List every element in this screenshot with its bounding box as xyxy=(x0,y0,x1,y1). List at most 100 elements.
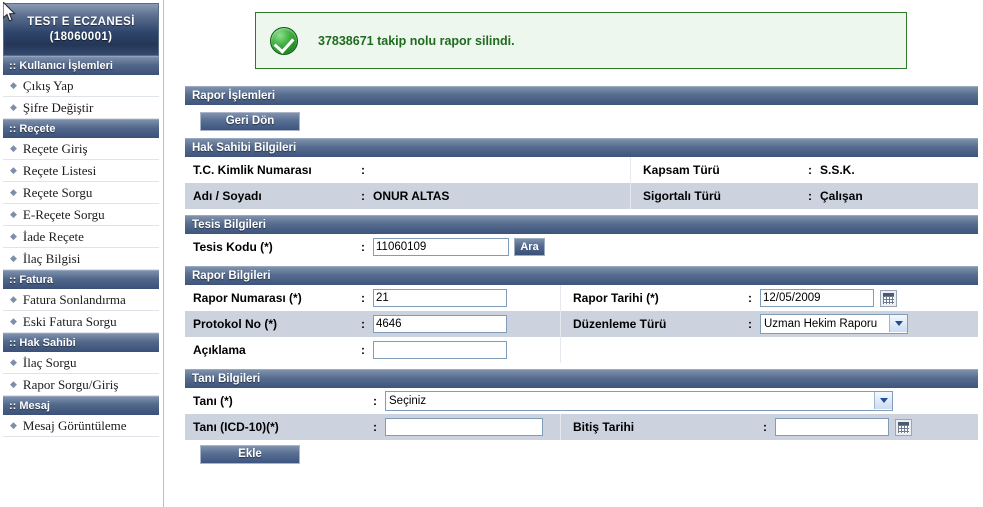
duzenleme-turu-select[interactable]: Uzman Hekim Raporu xyxy=(760,314,908,334)
rapor-numarasi-input[interactable] xyxy=(373,289,507,307)
ara-button[interactable]: Ara xyxy=(514,238,545,256)
sidebar-item-label: Çıkış Yap xyxy=(22,77,74,93)
colon: : xyxy=(800,157,812,183)
colon: : xyxy=(740,285,752,311)
tani-icd10-label: Tanı (ICD-10)(*) xyxy=(185,414,365,440)
sidebar-item-cikis-yap[interactable]: ◆ Çıkış Yap xyxy=(3,75,159,97)
colon: : xyxy=(353,157,365,183)
back-button[interactable]: Geri Dön xyxy=(200,112,300,131)
tesis-kodu-input[interactable] xyxy=(373,238,509,256)
aciklama-cell xyxy=(365,337,560,363)
table-row: Protokol No (*) : Düzenleme Türü : Uzman… xyxy=(185,311,978,337)
colon: : xyxy=(353,311,365,337)
aciklama-input[interactable] xyxy=(373,341,507,359)
sidebar-item-label: E-Reçete Sorgu xyxy=(22,206,105,222)
sidebar-item-rapor-sorgu-giris[interactable]: ◆ Rapor Sorgu/Giriş xyxy=(3,374,159,396)
table-row: Tanı (*) : Seçiniz xyxy=(185,388,978,414)
sidebar-item-label: İlaç Bilgisi xyxy=(22,250,81,266)
brand-code: (18060001) xyxy=(49,30,113,43)
duzenleme-turu-cell: Uzman Hekim Raporu xyxy=(752,311,978,337)
tc-kimlik-value xyxy=(365,157,630,183)
brand-name: TEST E ECZANESİ xyxy=(27,16,135,29)
colon: : xyxy=(365,414,377,440)
sidebar-item-recete-sorgu[interactable]: ◆ Reçete Sorgu xyxy=(3,182,159,204)
sidebar-item-label: Fatura Sonlandırma xyxy=(22,291,126,307)
main-content: 37838671 takip nolu rapor silindi. Rapor… xyxy=(165,0,983,507)
diagnosis-actions: Ekle xyxy=(185,440,978,464)
toolbar: Geri Dön xyxy=(185,105,978,138)
table-row: Tesis Kodu (*) : Ara xyxy=(185,234,978,260)
tc-kimlik-label: T.C. Kimlik Numarası xyxy=(185,157,353,183)
sidebar-item-label: İade Reçete xyxy=(22,228,84,244)
sidebar-item-recete-giris[interactable]: ◆ Reçete Giriş xyxy=(3,138,159,160)
section-title-beneficiary: Hak Sahibi Bilgileri xyxy=(185,138,978,157)
sidebar-item-label: İlaç Sorgu xyxy=(22,354,77,370)
tesis-kodu-label: Tesis Kodu (*) xyxy=(185,234,353,260)
colon: : xyxy=(353,234,365,260)
bullet-icon: ◆ xyxy=(10,143,17,153)
diagnosis-table: Tanı (*) : Seçiniz Tanı (ICD-10)(*) : Bi… xyxy=(185,388,978,440)
sidebar-item-sifre-degistir[interactable]: ◆ Şifre Değiştir xyxy=(3,97,159,119)
empty-cell xyxy=(752,337,978,363)
sidebar-item-ilac-sorgu[interactable]: ◆ İlaç Sorgu xyxy=(3,352,159,374)
sidebar-item-iade-recete[interactable]: ◆ İade Reçete xyxy=(3,226,159,248)
ekle-button[interactable]: Ekle xyxy=(200,445,300,464)
table-row: Tanı (ICD-10)(*) : Bitiş Tarihi : xyxy=(185,414,978,440)
bullet-icon: ◆ xyxy=(10,379,17,389)
table-row: Rapor Numarası (*) : Rapor Tarihi (*) : xyxy=(185,285,978,311)
sidebar-item-label: Reçete Sorgu xyxy=(22,184,93,200)
sigortali-turu-value: Çalışan xyxy=(812,183,978,209)
bullet-icon: ◆ xyxy=(10,357,17,367)
page-root: TEST E ECZANESİ (18060001) :: Kullanıcı … xyxy=(0,0,983,507)
colon: : xyxy=(365,388,377,414)
sidebar-item-ilac-bilgisi[interactable]: ◆ İlaç Bilgisi xyxy=(3,248,159,270)
sidebar-group-fatura: :: Fatura xyxy=(3,270,159,289)
table-row: Açıklama : xyxy=(185,337,978,363)
sidebar-item-label: Reçete Listesi xyxy=(22,162,97,178)
sidebar-item-label: Şifre Değiştir xyxy=(22,99,94,115)
sidebar-item-eski-fatura-sorgu[interactable]: ◆ Eski Fatura Sorgu xyxy=(3,311,159,333)
success-notification: 37838671 takip nolu rapor silindi. xyxy=(255,12,907,69)
sidebar-group-kullanici-islemleri: :: Kullanıcı İşlemleri xyxy=(3,56,159,75)
rapor-numarasi-label: Rapor Numarası (*) xyxy=(185,285,353,311)
report-table: Rapor Numarası (*) : Rapor Tarihi (*) : … xyxy=(185,285,978,363)
rapor-tarihi-label: Rapor Tarihi (*) xyxy=(565,285,740,311)
sidebar-group-label: :: Mesaj xyxy=(9,400,50,412)
panel-title-bar: Rapor İşlemleri xyxy=(185,86,978,105)
bullet-icon: ◆ xyxy=(10,187,17,197)
calendar-icon[interactable] xyxy=(895,418,913,436)
sidebar-item-mesaj-goruntuleme[interactable]: ◆ Mesaj Görüntüleme xyxy=(3,415,159,437)
aciklama-label: Açıklama xyxy=(185,337,353,363)
report-panel: Rapor İşlemleri Geri Dön Hak Sahibi Bilg… xyxy=(185,86,978,464)
page-title: Rapor İşlemleri xyxy=(192,90,276,102)
adi-soyadi-label: Adı / Soyadı xyxy=(185,183,353,209)
protokol-no-input[interactable] xyxy=(373,315,507,333)
sidebar-item-fatura-sonlandirma[interactable]: ◆ Fatura Sonlandırma xyxy=(3,289,159,311)
tani-label: Tanı (*) xyxy=(185,388,365,414)
duzenleme-turu-select-wrap: Uzman Hekim Raporu xyxy=(760,314,908,334)
colon: : xyxy=(800,183,812,209)
sidebar-item-recete-listesi[interactable]: ◆ Reçete Listesi xyxy=(3,160,159,182)
table-row: T.C. Kimlik Numarası : Kapsam Türü : S.S… xyxy=(185,157,978,183)
colon: : xyxy=(755,414,767,440)
section-title-facility: Tesis Bilgileri xyxy=(185,215,978,234)
bullet-icon: ◆ xyxy=(10,316,17,326)
empty-colon xyxy=(740,337,752,363)
calendar-icon[interactable] xyxy=(880,289,898,307)
sidebar-brand: TEST E ECZANESİ (18060001) xyxy=(3,3,159,56)
beneficiary-table: T.C. Kimlik Numarası : Kapsam Türü : S.S… xyxy=(185,157,978,209)
sidebar-group-recete: :: Reçete xyxy=(3,119,159,138)
kapsam-turu-label: Kapsam Türü xyxy=(635,157,800,183)
table-row: Adı / Soyadı : ONUR ALTAS Sigortalı Türü… xyxy=(185,183,978,209)
colon: : xyxy=(740,311,752,337)
rapor-tarihi-input[interactable] xyxy=(760,289,874,307)
tani-icd10-cell xyxy=(377,414,560,440)
colon: : xyxy=(353,183,365,209)
sidebar-item-e-recete-sorgu[interactable]: ◆ E-Reçete Sorgu xyxy=(3,204,159,226)
tani-select-wrap: Seçiniz xyxy=(385,391,893,411)
sidebar-group-label: :: Kullanıcı İşlemleri xyxy=(9,60,113,72)
bitis-tarihi-input[interactable] xyxy=(775,418,889,436)
tani-icd10-input[interactable] xyxy=(385,418,543,436)
tani-select[interactable]: Seçiniz xyxy=(385,391,893,411)
sidebar-item-label: Rapor Sorgu/Giriş xyxy=(22,376,119,392)
